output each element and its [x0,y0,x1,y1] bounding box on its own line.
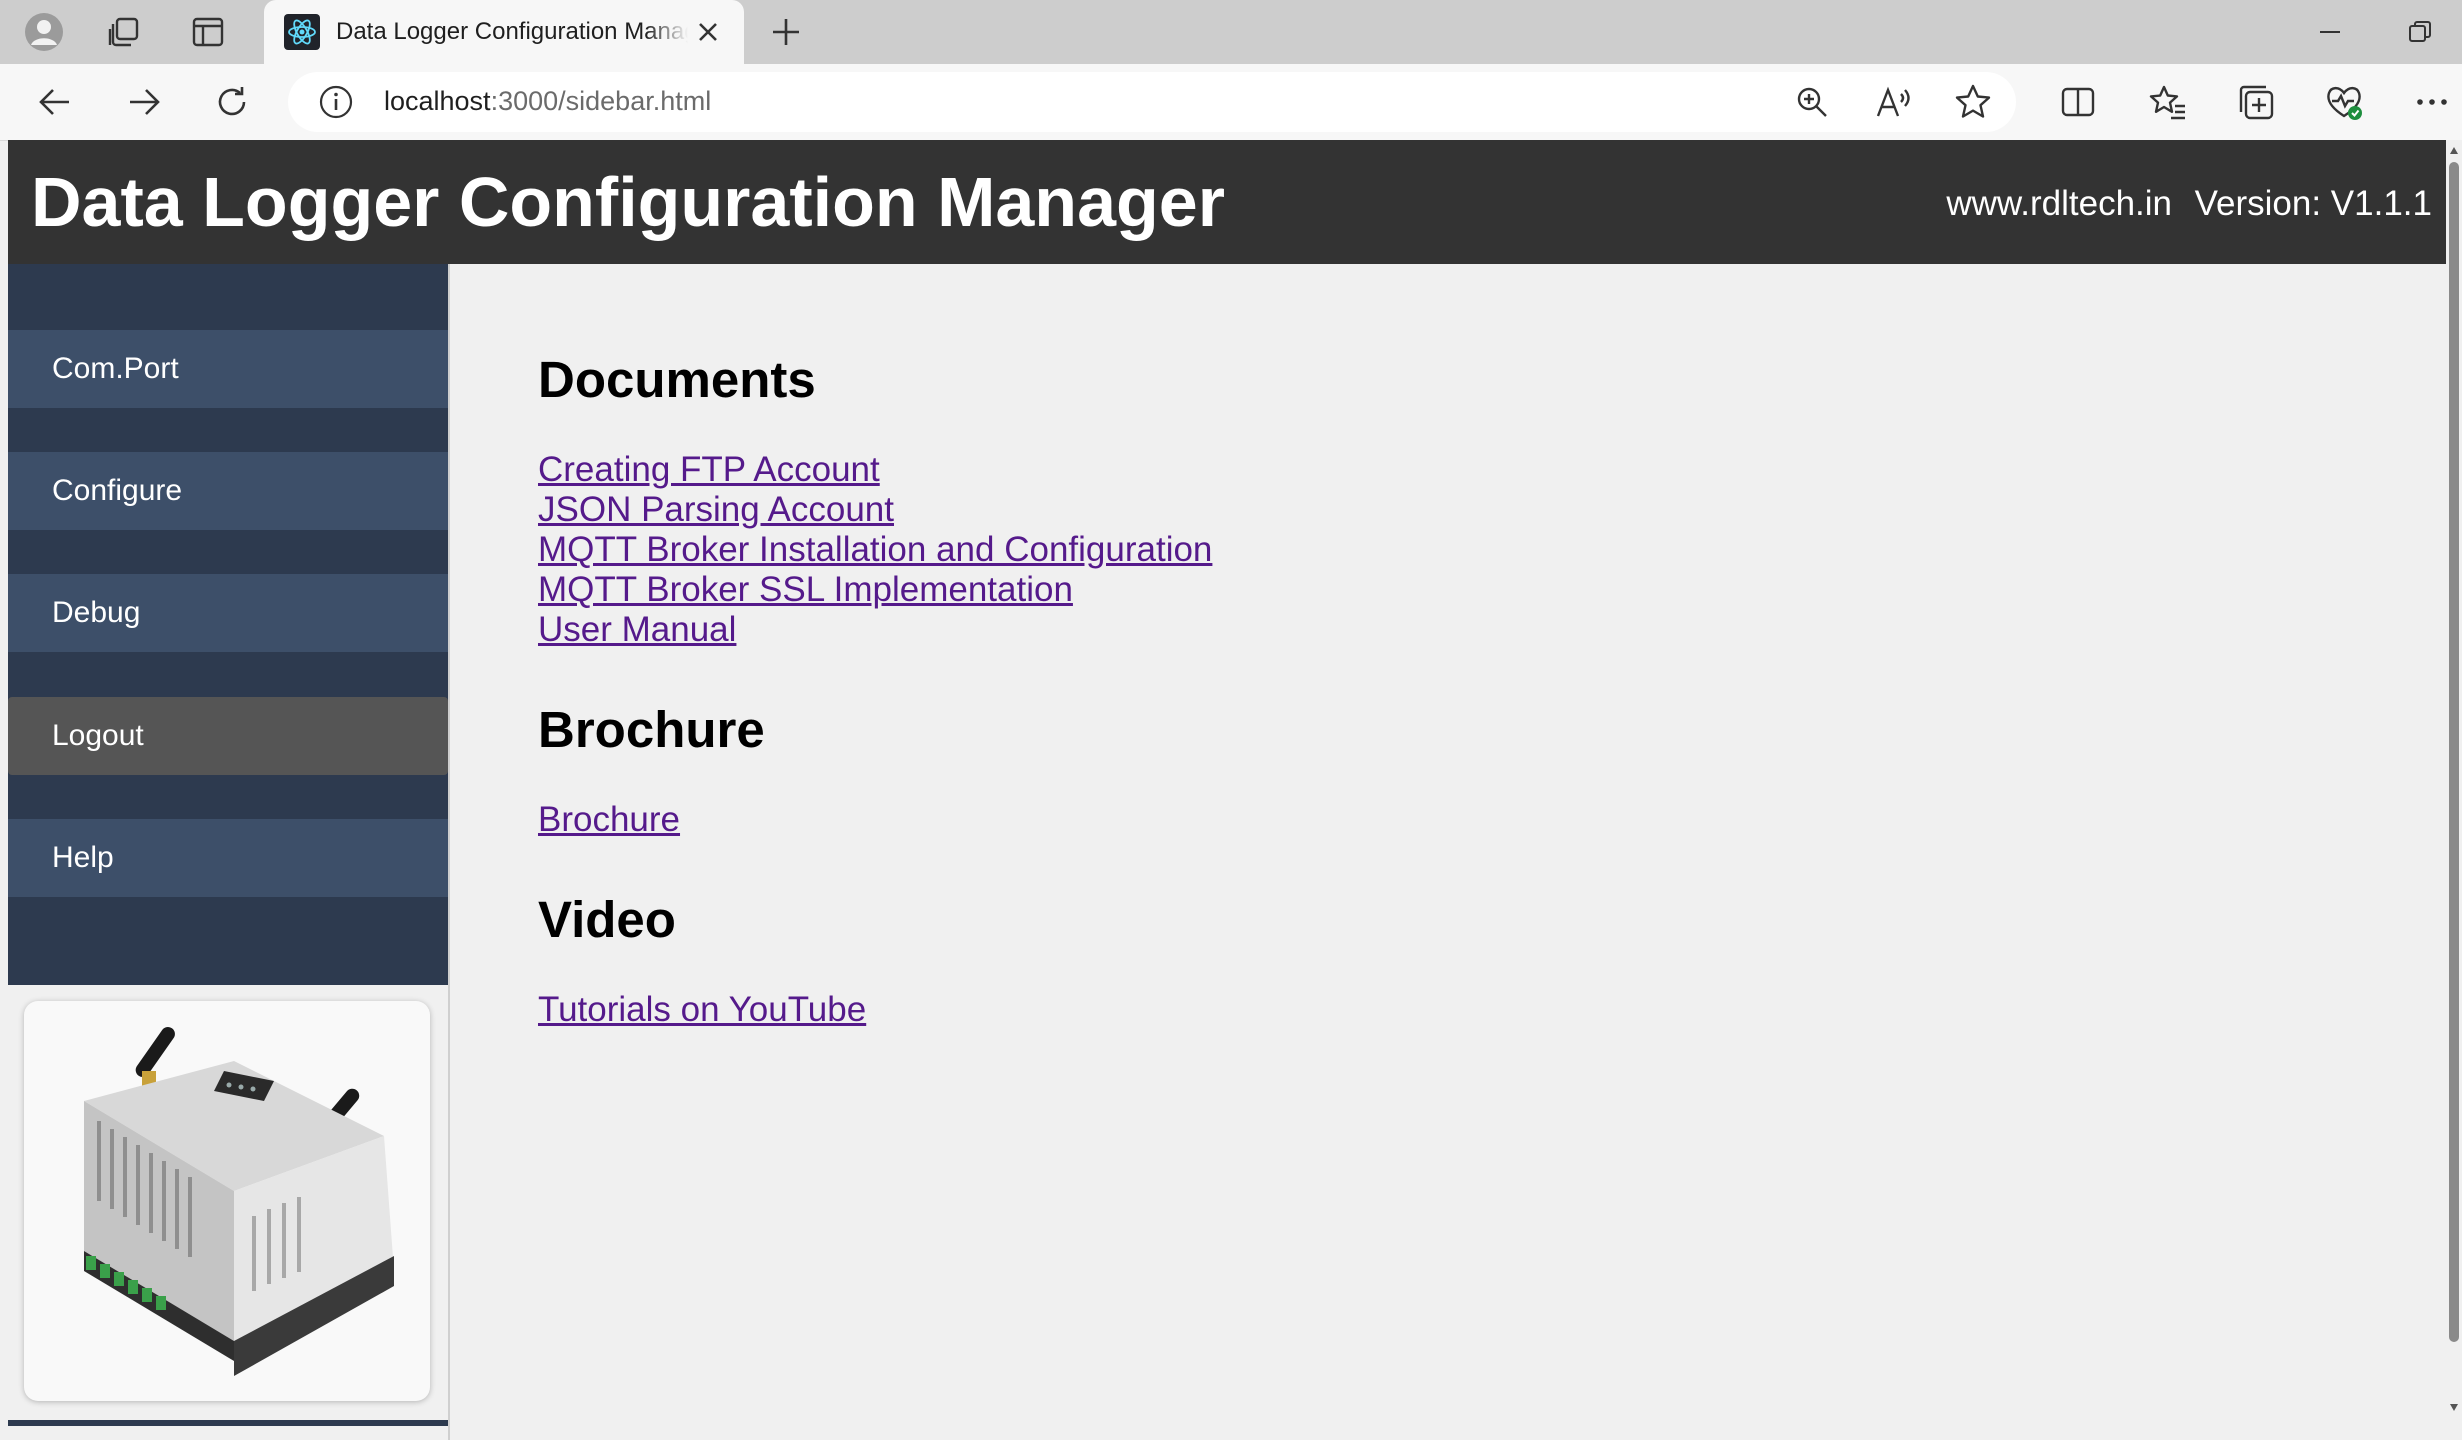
link-user-manual[interactable]: User Manual [538,610,736,650]
app-header: Data Logger Configuration Manager www.rd… [8,140,2446,264]
scroll-down-arrow-icon[interactable] [2449,1402,2459,1412]
close-icon[interactable] [688,12,728,52]
sidebar-item-configure[interactable]: Configure [8,452,448,530]
workspaces-icon[interactable] [100,8,148,56]
sidebar-image-area [8,985,448,1440]
brochure-heading: Brochure [538,701,765,758]
web-page: Data Logger Configuration Manager www.rd… [8,140,2446,1440]
read-aloud-icon[interactable] [1874,84,1914,120]
new-tab-icon[interactable] [762,8,810,56]
forward-icon[interactable] [120,78,168,126]
favorites-icon[interactable] [2144,78,2192,126]
version-label: Version: V1.1.1 [2194,184,2432,223]
info-icon[interactable] [318,84,354,120]
link-brochure[interactable]: Brochure [538,800,680,840]
sidebar-divider [448,264,450,1440]
scroll-thumb[interactable] [2449,162,2459,1342]
url-host: localhost [384,86,491,116]
tab-title: Data Logger Configuration Manager [336,18,688,45]
browser-toolbar: localhost:3000/sidebar.html [0,64,2462,141]
react-favicon-icon [284,14,320,50]
sidebar-bottom-bar [8,1420,448,1426]
minimize-icon[interactable] [2306,8,2354,56]
sidebar-item-debug[interactable]: Debug [8,574,448,652]
browser-tab-strip: Data Logger Configuration Manager [0,0,2462,64]
vertical-tabs-icon[interactable] [184,8,232,56]
sidebar-item-help[interactable]: Help [8,819,448,897]
active-tab[interactable]: Data Logger Configuration Manager [264,0,744,64]
address-bar[interactable]: localhost:3000/sidebar.html [288,72,2016,132]
more-icon[interactable] [2408,78,2456,126]
back-icon[interactable] [31,78,79,126]
zoom-icon[interactable] [1794,84,1830,120]
app-title: Data Logger Configuration Manager [31,163,1225,241]
link-json-parsing-account[interactable]: JSON Parsing Account [538,490,894,530]
link-tutorials-youtube[interactable]: Tutorials on YouTube [538,990,866,1030]
restore-icon[interactable] [2396,8,2444,56]
video-heading: Video [538,891,676,948]
url-path: :3000/sidebar.html [490,86,712,116]
profile-icon[interactable] [20,8,68,56]
url-text[interactable]: localhost:3000/sidebar.html [384,86,711,117]
documents-heading: Documents [538,351,816,408]
favorite-star-icon[interactable] [1954,83,1992,121]
scroll-up-arrow-icon[interactable] [2449,146,2459,156]
split-screen-icon[interactable] [2054,78,2102,126]
sidebar: Com.Port Configure Debug Logout Help [8,264,448,985]
browser-essentials-icon[interactable] [2320,78,2368,126]
site-link[interactable]: www.rdltech.in [1946,184,2172,224]
refresh-icon[interactable] [208,78,256,126]
collections-icon[interactable] [2232,78,2280,126]
sidebar-item-com-port[interactable]: Com.Port [8,330,448,408]
link-mqtt-broker-ssl[interactable]: MQTT Broker SSL Implementation [538,570,1073,610]
link-creating-ftp-account[interactable]: Creating FTP Account [538,450,880,490]
link-mqtt-broker-installation[interactable]: MQTT Broker Installation and Configurati… [538,530,1212,570]
product-image [24,1001,430,1401]
page-scrollbar[interactable] [2446,140,2462,1440]
sidebar-item-logout[interactable]: Logout [8,697,448,775]
